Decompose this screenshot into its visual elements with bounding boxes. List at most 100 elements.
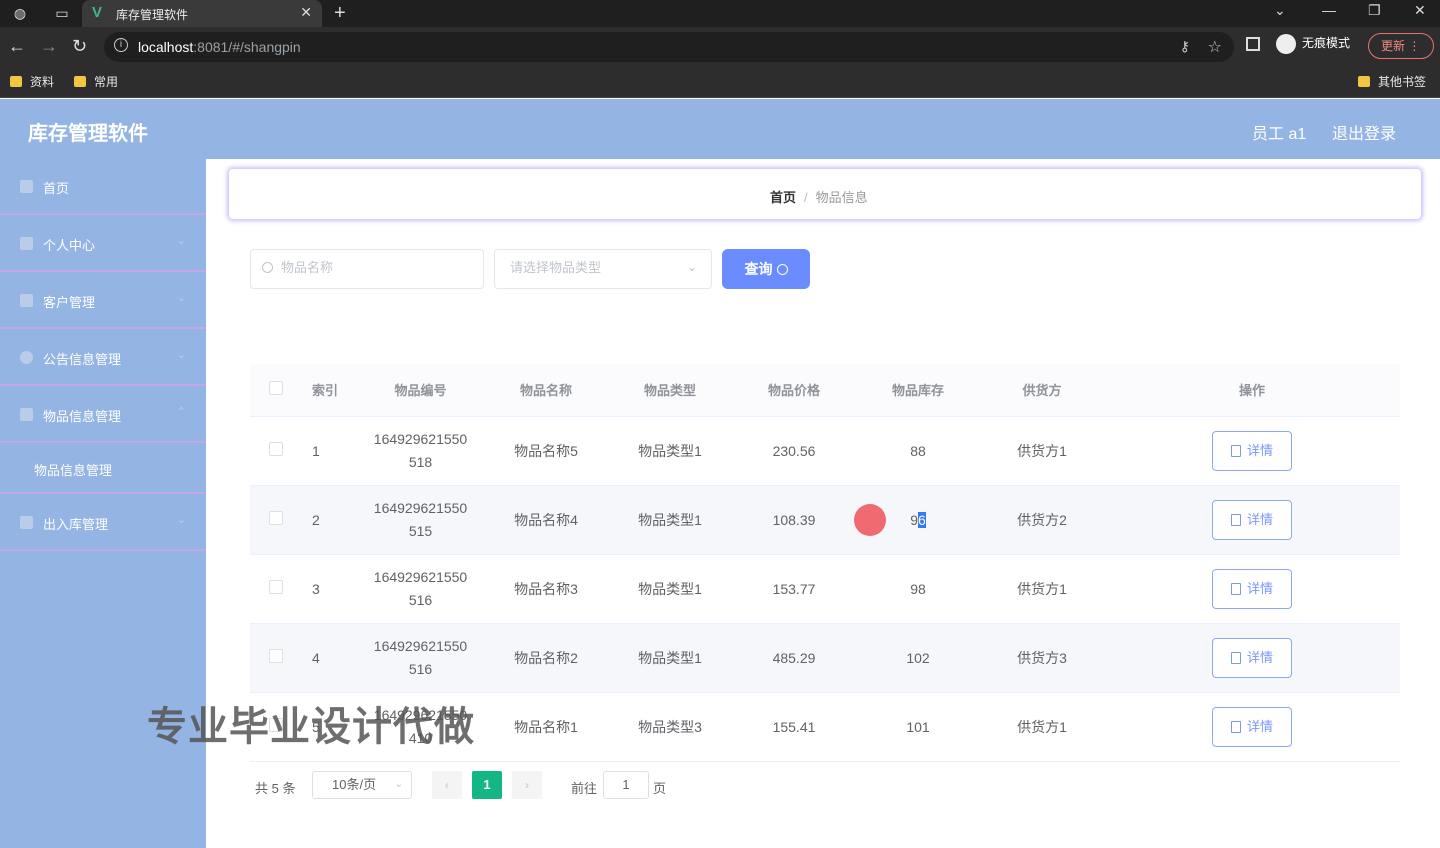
browser-tab[interactable]: V 库存管理软件 ✕: [82, 0, 322, 27]
folder-icon: [10, 76, 22, 87]
table-row: 4 164929621550 516 物品名称2 物品类型1 485.29 102…: [250, 623, 1400, 693]
cell-type: 物品类型1: [608, 554, 732, 624]
watermark-text: 专业毕业设计代做: [147, 705, 475, 749]
column-header: 物品库存: [856, 364, 980, 417]
table-row: 3 164929621550 516 物品名称3 物品类型1 153.77 98 …: [250, 554, 1400, 624]
other-bookmarks[interactable]: 其他书签: [1358, 73, 1426, 90]
tab-close-icon[interactable]: ✕: [300, 4, 312, 21]
reload-icon[interactable]: ↻: [72, 36, 87, 57]
cell-stock: 88: [856, 416, 980, 486]
box-icon: [20, 516, 33, 529]
detail-button[interactable]: 详情: [1212, 430, 1292, 471]
cell-supplier: 供货方2: [980, 485, 1104, 555]
detail-button[interactable]: 详情: [1212, 568, 1292, 609]
document-icon: [1230, 513, 1241, 526]
document-icon: [1230, 582, 1241, 595]
cell-price: 108.39: [732, 485, 856, 555]
bookmark-folder-ziliao[interactable]: 资料: [10, 73, 54, 90]
pagination-total: 共 5 条: [255, 781, 296, 796]
sidebar-item-label: 首页: [43, 181, 70, 196]
cell-name: 物品名称5: [484, 416, 608, 486]
chevron-down-icon: ⌄: [686, 260, 697, 274]
goods-name-search[interactable]: [250, 249, 484, 289]
cell-price: 485.29: [732, 623, 856, 693]
detail-button[interactable]: 详情: [1212, 706, 1292, 747]
cell-name: 物品名称4: [484, 485, 608, 555]
vue-logo-icon: V: [92, 4, 103, 21]
back-icon[interactable]: ←: [8, 36, 26, 57]
site-info-icon[interactable]: i: [114, 38, 128, 52]
row-checkbox[interactable]: [269, 649, 283, 663]
cell-stock: 98: [856, 554, 980, 624]
minimize-icon[interactable]: —: [1322, 2, 1336, 18]
cell-type: 物品类型1: [608, 416, 732, 486]
column-header: 物品名称: [484, 364, 608, 417]
current-page[interactable]: 1: [472, 771, 502, 799]
detail-button[interactable]: 详情: [1212, 499, 1292, 540]
breadcrumb-current: 物品信息: [815, 190, 868, 205]
forward-icon[interactable]: →: [40, 36, 58, 57]
side-panel-icon[interactable]: [1246, 37, 1260, 51]
window-close-icon[interactable]: ✕: [1414, 2, 1426, 19]
row-checkbox[interactable]: [269, 580, 283, 594]
document-icon: [1230, 720, 1241, 733]
row-checkbox[interactable]: [269, 511, 283, 525]
stock-value-selected: 96: [910, 511, 926, 528]
logout-link[interactable]: 退出登录: [1332, 120, 1396, 144]
sidebar-item-goods[interactable]: 物品信息管理 ⌃: [0, 387, 206, 443]
sidebar-item-label: 物品信息管理: [43, 409, 122, 424]
select-all-header: [250, 364, 302, 417]
new-tab-icon[interactable]: +: [334, 2, 346, 25]
table-header-row: 索引 物品编号 物品名称 物品类型 物品价格 物品库存 供货方 操作: [250, 364, 1400, 417]
grid-icon: [20, 294, 33, 307]
prev-page-button[interactable]: ‹: [432, 771, 462, 799]
address-bar[interactable]: i localhost:8081/#/shangpin ⚷ ☆: [104, 32, 1234, 62]
detail-button[interactable]: 详情: [1212, 637, 1292, 678]
goods-name-input[interactable]: [281, 260, 471, 275]
tab-strip-icon[interactable]: ▭: [52, 4, 72, 22]
update-button[interactable]: 更新 ⋮: [1368, 33, 1434, 59]
circle-icon: [20, 351, 33, 364]
column-header: 物品类型: [608, 364, 732, 417]
sidebar-item-label: 公告信息管理: [43, 352, 122, 367]
breadcrumb-home[interactable]: 首页: [770, 190, 796, 205]
bookmark-star-icon[interactable]: ☆: [1208, 37, 1222, 57]
chevron-down-icon: ⌄: [176, 514, 186, 526]
goto-page-input[interactable]: 1: [603, 771, 649, 799]
goods-icon: [20, 408, 33, 421]
tab-search-icon[interactable]: ⌄: [1274, 2, 1286, 19]
bookmark-folder-changyong[interactable]: 常用: [74, 73, 118, 90]
user-icon: [20, 237, 33, 250]
select-all-checkbox[interactable]: [269, 381, 283, 396]
browser-menu-icon[interactable]: ◍: [10, 4, 30, 22]
sidebar-item-home[interactable]: 首页: [0, 159, 206, 215]
cell-supplier: 供货方1: [980, 692, 1104, 762]
column-header: 供货方: [980, 364, 1104, 417]
cell-actions: 详情: [1104, 692, 1400, 762]
sidebar-item-label: 出入库管理: [43, 517, 109, 532]
goods-type-input[interactable]: [510, 260, 700, 275]
sidebar-subitem-goods-info[interactable]: 物品信息管理: [0, 444, 206, 494]
row-checkbox[interactable]: [269, 442, 283, 456]
incognito-icon: [1276, 34, 1296, 54]
row-select: [250, 485, 302, 555]
column-header: 操作: [1104, 364, 1400, 417]
cell-stock: 101: [856, 692, 980, 762]
sidebar-item-personal-center[interactable]: 个人中心 ⌄: [0, 216, 206, 272]
document-icon: [1230, 444, 1241, 457]
column-header: 物品编号: [357, 364, 484, 417]
current-user: 员工 a1: [1252, 126, 1307, 143]
incognito-indicator[interactable]: 无痕模式: [1276, 34, 1350, 54]
page-size-select[interactable]: 10条/页 ⌄: [312, 771, 412, 799]
cell-code: 164929621550 516: [357, 623, 484, 693]
sidebar-item-announcements[interactable]: 公告信息管理 ⌄: [0, 330, 206, 386]
restore-icon[interactable]: ❐: [1368, 2, 1381, 19]
query-button[interactable]: 查询: [722, 249, 810, 289]
chevron-down-icon: ⌄: [176, 235, 186, 247]
sidebar-item-stock-inout[interactable]: 出入库管理 ⌄: [0, 495, 206, 551]
next-page-button[interactable]: ›: [512, 771, 542, 799]
sidebar-item-customers[interactable]: 客户管理 ⌄: [0, 273, 206, 329]
key-icon[interactable]: ⚷: [1180, 38, 1190, 55]
table-row: 1 164929621550 518 物品名称5 物品类型1 230.56 88 …: [250, 416, 1400, 486]
goods-type-select[interactable]: ⌄: [494, 249, 712, 289]
